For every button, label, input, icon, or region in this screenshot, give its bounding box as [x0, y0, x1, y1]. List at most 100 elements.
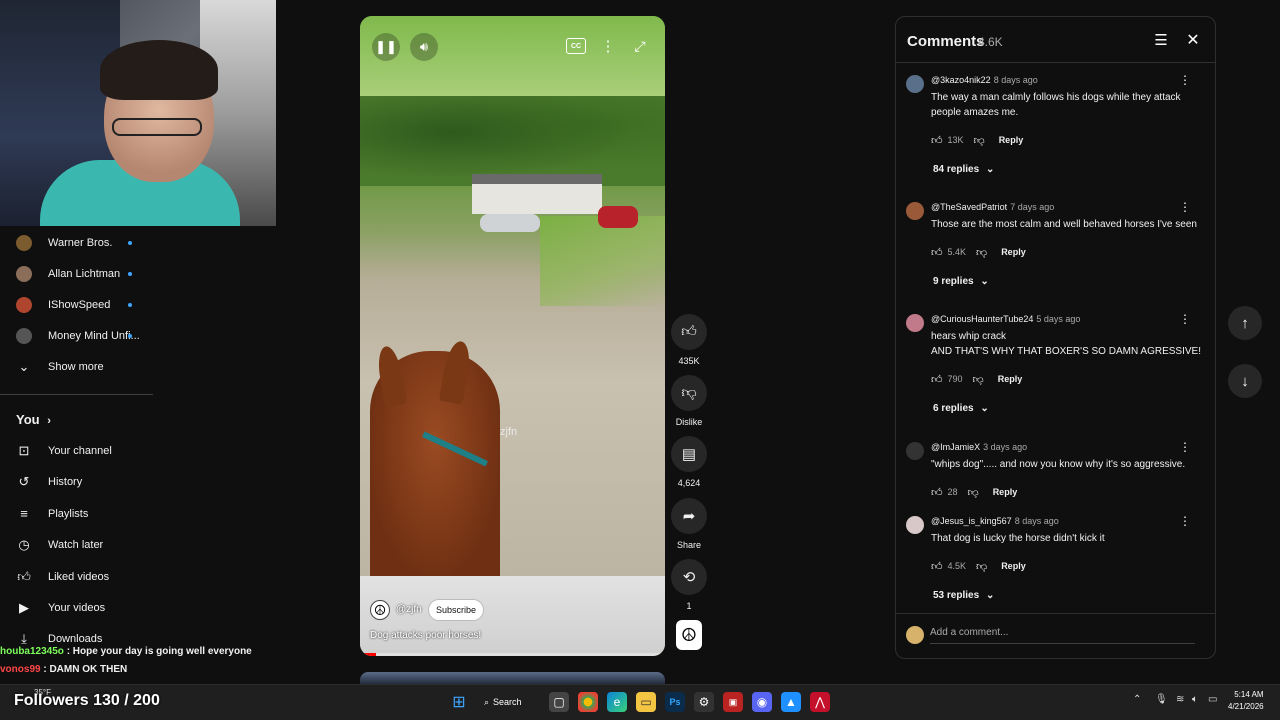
subscribe-button[interactable]: Subscribe	[428, 599, 485, 621]
comment-like-button[interactable]: 👍︎	[931, 560, 943, 573]
comment-dislike-button[interactable]: 👎︎	[976, 246, 987, 259]
volume-tray-icon[interactable]: 🔈︎	[1192, 694, 1198, 705]
playlist-icon: ≡	[20, 506, 28, 522]
previous-short-button[interactable]: ↑	[1228, 306, 1262, 340]
progress-bar[interactable]	[364, 653, 661, 656]
next-short-button[interactable]: ↓	[1228, 364, 1262, 398]
view-replies-button[interactable]: 53 replies ⌄	[933, 590, 994, 601]
comments-button[interactable]: ▤	[671, 436, 707, 472]
dislike-button[interactable]: 👎︎	[671, 375, 707, 411]
comment-menu-button[interactable]: ⋮	[1178, 440, 1192, 456]
mic-tray-icon[interactable]: 🎙︎	[1155, 694, 1168, 705]
close-comments-button[interactable]: ✕	[1182, 29, 1204, 51]
comment-dislike-button[interactable]: 👎︎	[968, 486, 979, 499]
channel-avatar[interactable]: ☮	[370, 600, 390, 620]
fullscreen-button[interactable]: ⤢	[630, 36, 650, 56]
volume-button[interactable]: 🔊︎	[410, 33, 438, 61]
comment-like-button[interactable]: 👍︎	[931, 373, 943, 386]
commenter-avatar[interactable]	[906, 314, 924, 332]
sidebar-subscription[interactable]: Warner Bros.	[0, 228, 275, 258]
comment-reply-button[interactable]: Reply	[999, 135, 1024, 145]
comment-author[interactable]: @TheSavedPatriot 7 days ago	[931, 202, 1054, 212]
channel-name[interactable]: @zjfn	[396, 604, 422, 615]
sidebar-subscription[interactable]: Allan Lichtman	[0, 259, 275, 289]
task-view-button[interactable]: ▢	[549, 692, 569, 712]
comment-author[interactable]: @CuriousHaunterTube24 5 days ago	[931, 314, 1080, 324]
sidebar-item-liked-videos[interactable]: 👍︎ Liked videos	[0, 562, 275, 592]
view-replies-button[interactable]: 6 replies ⌄	[933, 403, 989, 414]
comment-like-button[interactable]: 👍︎	[931, 486, 943, 499]
comment-reply-button[interactable]: Reply	[993, 487, 1018, 497]
tray-overflow-button[interactable]: ⌃	[1133, 694, 1141, 705]
view-replies-button[interactable]: 84 replies ⌄	[933, 164, 994, 175]
more-options-button[interactable]: ⋮	[598, 36, 618, 56]
captions-button[interactable]: CC	[566, 38, 586, 54]
shorts-player[interactable]: zjfn ❚❚ 🔊︎ CC ⋮ ⤢ ☮ @zjfn Subscribe Dog …	[360, 16, 665, 656]
photoshop-taskbar-button[interactable]: Ps	[665, 692, 685, 712]
explorer-taskbar-button[interactable]: ▭	[636, 692, 656, 712]
video-title[interactable]: Dog attacks poor horses!	[370, 630, 481, 641]
sidebar-item-label: Money Mind Unfi...	[48, 330, 140, 342]
add-comment-input[interactable]: Add a comment...	[930, 627, 1008, 638]
comment-author[interactable]: @3kazo4nik22 8 days ago	[931, 75, 1038, 85]
sidebar-item-watch-later[interactable]: ◷ Watch later	[0, 530, 275, 560]
taskbar-clock[interactable]: 5:14 AM 4/21/2026	[1228, 689, 1264, 713]
battery-tray-icon[interactable]: ▭	[1208, 694, 1217, 705]
chat-text: : DAMN OK THEN	[40, 664, 128, 675]
sidebar-item-playlists[interactable]: ≡ Playlists	[0, 499, 275, 529]
comment-text: The way a man calmly follows his dogs wh…	[931, 92, 1181, 118]
comment-menu-button[interactable]: ⋮	[1178, 514, 1192, 530]
commenter-avatar[interactable]	[906, 516, 924, 534]
comment-dislike-button[interactable]: 👎︎	[973, 373, 984, 386]
sidebar-item-your-channel[interactable]: ⊡ Your channel	[0, 436, 275, 466]
sidebar-item-show-more[interactable]: ⌄ Show more	[0, 352, 275, 382]
discord-taskbar-button[interactable]: ◉	[752, 692, 772, 712]
comment-reply-button[interactable]: Reply	[1001, 247, 1026, 257]
like-action[interactable]: 👍︎ 435K	[671, 314, 707, 366]
comment-reply-button[interactable]: Reply	[998, 374, 1023, 384]
remix-button[interactable]: ⟲	[671, 559, 707, 595]
thumbs-up-icon: 👍︎	[931, 560, 943, 573]
comment-author[interactable]: @ImJamieX 3 days ago	[931, 442, 1027, 452]
comment-menu-button[interactable]: ⋮	[1178, 200, 1192, 216]
comment-dislike-button[interactable]: 👎︎	[974, 134, 985, 147]
remix-action[interactable]: ⟲ 1	[671, 559, 707, 611]
app-taskbar-button[interactable]: ⋀	[810, 692, 830, 712]
sidebar-subscription[interactable]: Money Mind Unfi...	[0, 321, 275, 351]
comment-author[interactable]: @Jesus_is_king567 8 days ago	[931, 516, 1059, 526]
commenter-avatar[interactable]	[906, 442, 924, 460]
view-replies-button[interactable]: 9 replies ⌄	[933, 276, 989, 287]
comment-reply-button[interactable]: Reply	[1001, 561, 1026, 571]
comment-dislike-button[interactable]: 👎︎	[976, 560, 987, 573]
comment-menu-button[interactable]: ⋮	[1178, 73, 1192, 89]
chrome-taskbar-button[interactable]	[578, 692, 598, 712]
dislike-action[interactable]: 👎︎ Dislike	[671, 375, 707, 427]
comments-action[interactable]: ▤ 4,624	[671, 436, 707, 488]
sidebar-subscription[interactable]: IShowSpeed	[0, 290, 275, 320]
wifi-tray-icon[interactable]: ≋	[1176, 694, 1184, 705]
share-action[interactable]: ➦ Share	[671, 498, 707, 550]
edge-taskbar-button[interactable]: e	[607, 692, 627, 712]
sidebar-you-header[interactable]: You ›	[16, 412, 51, 427]
thumbs-down-icon: 👎︎	[973, 134, 985, 147]
more-vert-icon: ⋮	[1179, 200, 1191, 214]
sound-thumbnail[interactable]: ☮	[676, 620, 702, 650]
sort-button[interactable]: ☰	[1150, 29, 1172, 51]
app-taskbar-button[interactable]: ▣	[723, 692, 743, 712]
like-button[interactable]: 👍︎	[671, 314, 707, 350]
comment-like-button[interactable]: 👍︎	[931, 246, 943, 259]
comment-menu-button[interactable]: ⋮	[1178, 312, 1192, 328]
start-button[interactable]: ⊞	[449, 692, 469, 712]
commenter-avatar[interactable]	[906, 75, 924, 93]
sidebar-item-downloads[interactable]: ⤓ Downloads	[0, 624, 275, 654]
share-button[interactable]: ➦	[671, 498, 707, 534]
comment-like-button[interactable]: 👍︎	[931, 134, 943, 147]
scene-trees	[360, 96, 665, 186]
pause-button[interactable]: ❚❚	[372, 33, 400, 61]
commenter-avatar[interactable]	[906, 202, 924, 220]
app-taskbar-button[interactable]: ▲	[781, 692, 801, 712]
taskbar-search[interactable]: ⌕ Search	[484, 692, 534, 712]
sidebar-item-your-videos[interactable]: ▶ Your videos	[0, 593, 275, 623]
app-taskbar-button[interactable]: ⚙	[694, 692, 714, 712]
sidebar-item-history[interactable]: ↺ History	[0, 467, 275, 497]
